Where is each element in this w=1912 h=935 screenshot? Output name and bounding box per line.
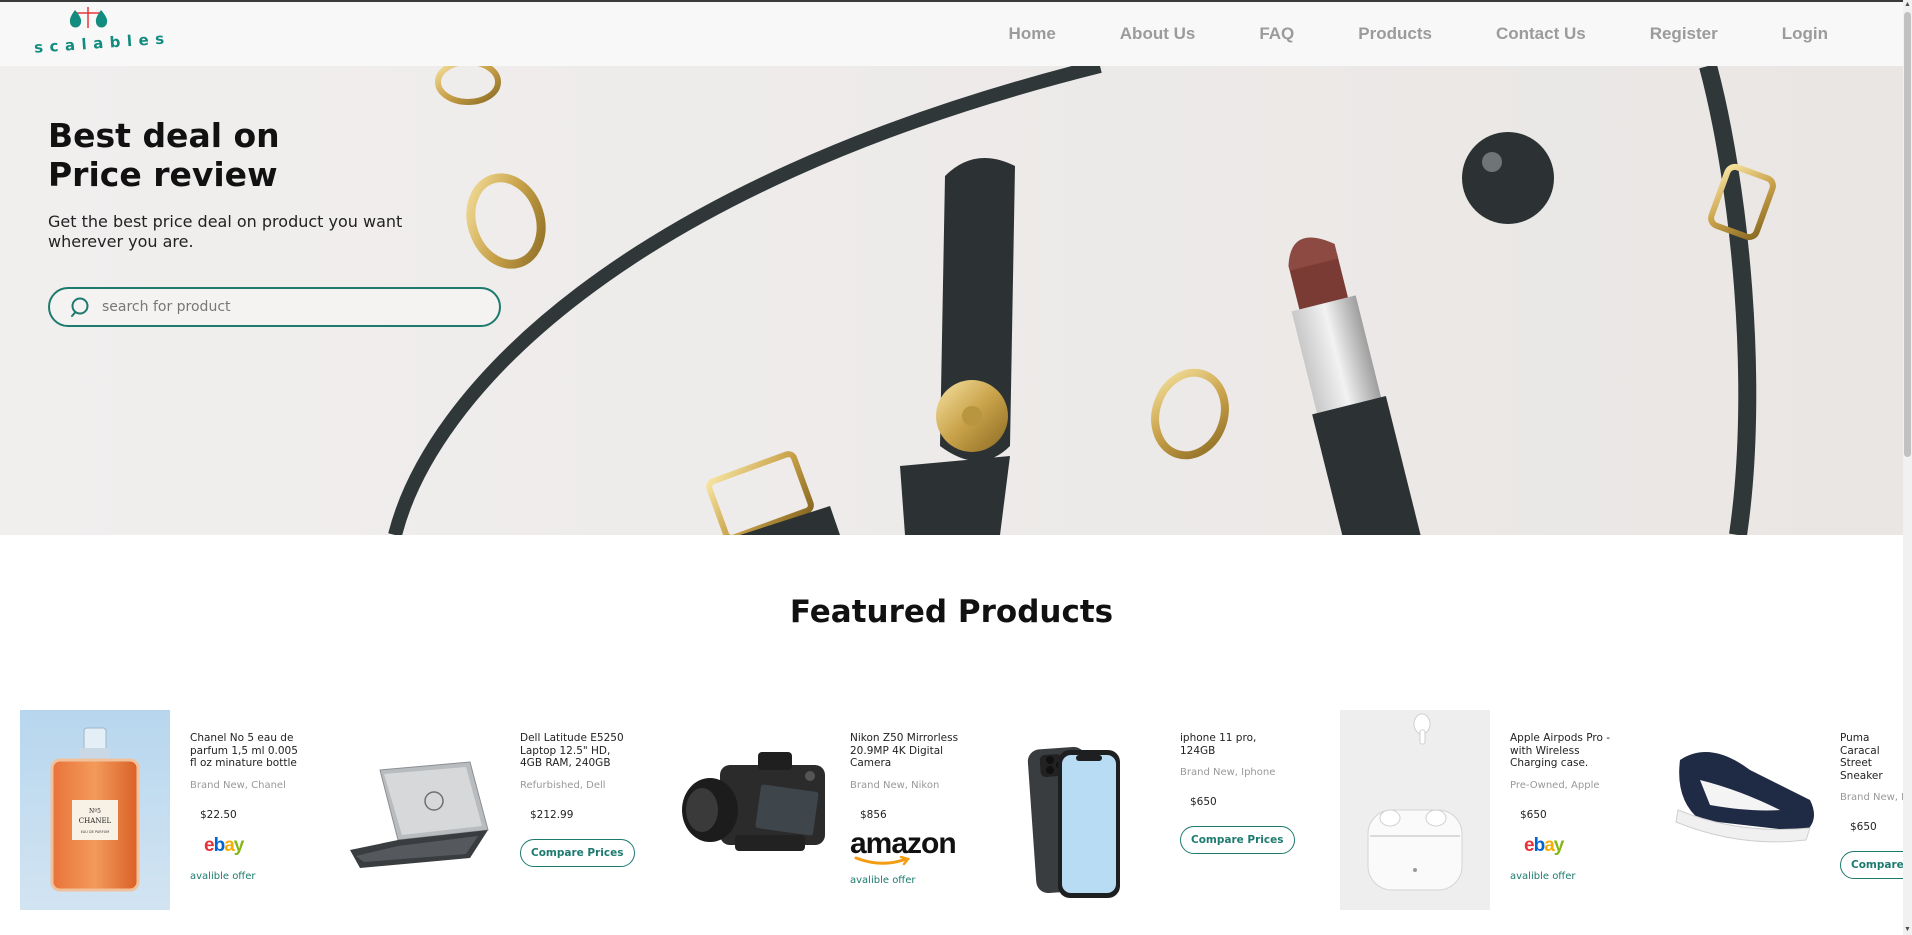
compare-prices-button[interactable]: Compare Prices <box>1840 851 1912 879</box>
nav-products[interactable]: Products <box>1358 24 1432 44</box>
product-card[interactable]: Nikon Z50 Mirrorless 20.9MP 4K Digital C… <box>680 710 1010 910</box>
hero-title: Best deal on Price review <box>48 116 468 194</box>
search-icon[interactable] <box>70 296 92 318</box>
product-condition: Brand New, Chanel <box>190 779 286 791</box>
product-condition: Brand New, Iphone <box>1180 767 1276 778</box>
compare-prices-button[interactable]: Compare Prices <box>520 838 635 867</box>
smartphone-icon <box>1010 710 1160 910</box>
product-price: $650 <box>1520 808 1547 821</box>
hero-title-line-1: Best deal on <box>48 116 280 155</box>
product-image[interactable] <box>1010 710 1160 910</box>
nav-faq[interactable]: FAQ <box>1259 24 1294 44</box>
product-image[interactable] <box>680 710 830 910</box>
amazon-smile-icon <box>854 855 911 865</box>
product-price: $856 <box>860 808 887 821</box>
logo[interactable]: scalables <box>30 4 171 60</box>
product-card[interactable]: iphone 11 pro, 124GB Brand New, Iphone $… <box>1010 710 1340 910</box>
available-offer-link[interactable]: avalible offer <box>1510 871 1620 882</box>
ebay-logo-icon: ebay <box>1524 834 1564 856</box>
product-card[interactable]: Apple Airpods Pro -with Wireless Chargin… <box>1340 710 1670 910</box>
product-name[interactable]: Chanel No 5 eau de parfum 1,5 ml 0.005 f… <box>190 732 300 770</box>
available-offer-link[interactable]: avalible offer <box>850 875 960 886</box>
store-logo-ebay[interactable]: ebay <box>190 835 300 859</box>
svg-text:Nº5: Nº5 <box>89 808 101 815</box>
product-name[interactable]: iphone 11 pro, 124GB <box>1180 732 1290 757</box>
product-info: Dell Latitude E5250 Laptop 12.5" HD, 4GB… <box>520 732 635 867</box>
product-info: iphone 11 pro, 124GB Brand New, Iphone $… <box>1180 732 1295 854</box>
product-info: Nikon Z50 Mirrorless 20.9MP 4K Digital C… <box>850 732 960 886</box>
product-image[interactable]: Nº5 CHANEL EAU DE PARFUM <box>20 710 170 910</box>
navbar: scalables Home About Us FAQ Products Con… <box>0 2 1903 66</box>
product-image[interactable] <box>350 710 500 910</box>
store-logo-amazon[interactable]: amazon <box>850 828 960 865</box>
ebay-logo-icon: ebay <box>204 834 244 856</box>
compare-prices-button[interactable]: Compare Prices <box>1180 826 1295 854</box>
nav-register[interactable]: Register <box>1650 24 1718 44</box>
sneaker-icon <box>1670 710 1820 910</box>
product-price: $650 <box>1190 796 1217 808</box>
vertical-scrollbar[interactable]: ▲ ▼ <box>1903 0 1912 935</box>
hero-title-line-2: Price review <box>48 155 278 194</box>
search-input[interactable] <box>102 295 482 319</box>
product-name[interactable]: Puma Caracal Street Sneaker <box>1840 732 1910 782</box>
product-info: Chanel No 5 eau de parfum 1,5 ml 0.005 f… <box>190 732 300 882</box>
product-image[interactable] <box>1670 710 1820 910</box>
featured-products-heading: Featured Products <box>789 594 1114 630</box>
product-image[interactable] <box>1340 710 1490 910</box>
product-info: Apple Airpods Pro -with Wireless Chargin… <box>1510 732 1620 882</box>
perfume-bottle-icon: Nº5 CHANEL EAU DE PARFUM <box>20 710 170 910</box>
product-info: Puma Caracal Street Sneaker Brand New, P… <box>1840 732 1912 879</box>
nav-login[interactable]: Login <box>1782 24 1828 44</box>
product-card[interactable]: Nº5 CHANEL EAU DE PARFUM Chanel No 5 eau… <box>20 710 350 910</box>
product-card[interactable]: Puma Caracal Street Sneaker Brand New, P… <box>1670 710 1912 910</box>
product-name[interactable]: Dell Latitude E5250 Laptop 12.5" HD, 4GB… <box>520 732 630 770</box>
product-name[interactable]: Nikon Z50 Mirrorless 20.9MP 4K Digital C… <box>850 732 960 770</box>
product-card[interactable]: Dell Latitude E5250 Laptop 12.5" HD, 4GB… <box>350 710 680 910</box>
main-nav: Home About Us FAQ Products Contact Us Re… <box>945 2 1828 66</box>
svg-text:EAU DE PARFUM: EAU DE PARFUM <box>81 830 110 834</box>
available-offer-link[interactable]: avalible offer <box>190 871 300 882</box>
product-condition: Pre-Owned, Apple <box>1510 779 1600 791</box>
svg-text:CHANEL: CHANEL <box>79 817 112 825</box>
nav-about-us[interactable]: About Us <box>1120 24 1196 44</box>
hero-banner: Best deal on Price review Get the best p… <box>0 66 1903 535</box>
scrollbar-thumb[interactable] <box>1904 12 1911 457</box>
amazon-logo-icon: amazon <box>850 828 957 865</box>
product-condition: Brand New, Nikon <box>850 779 940 791</box>
nav-contact-us[interactable]: Contact Us <box>1496 24 1586 44</box>
product-price: $650 <box>1850 821 1877 833</box>
product-condition: Brand New, Puma <box>1840 792 1912 803</box>
search-bar[interactable] <box>48 287 501 327</box>
camera-icon <box>680 710 830 910</box>
product-price: $22.50 <box>200 808 237 821</box>
product-condition: Refurbished, Dell <box>520 779 606 791</box>
earbuds-icon <box>1340 710 1490 910</box>
nav-home[interactable]: Home <box>1009 24 1056 44</box>
store-logo-ebay[interactable]: ebay <box>1510 835 1620 859</box>
scroll-down-arrow-icon[interactable]: ▼ <box>1903 925 1912 935</box>
hero-subtitle: Get the best price deal on product you w… <box>48 212 403 251</box>
page: scalables Home About Us FAQ Products Con… <box>0 0 1912 935</box>
laptop-icon <box>350 710 500 910</box>
product-price: $212.99 <box>530 808 574 821</box>
product-name[interactable]: Apple Airpods Pro -with Wireless Chargin… <box>1510 732 1620 770</box>
scroll-up-arrow-icon[interactable]: ▲ <box>1903 0 1912 10</box>
